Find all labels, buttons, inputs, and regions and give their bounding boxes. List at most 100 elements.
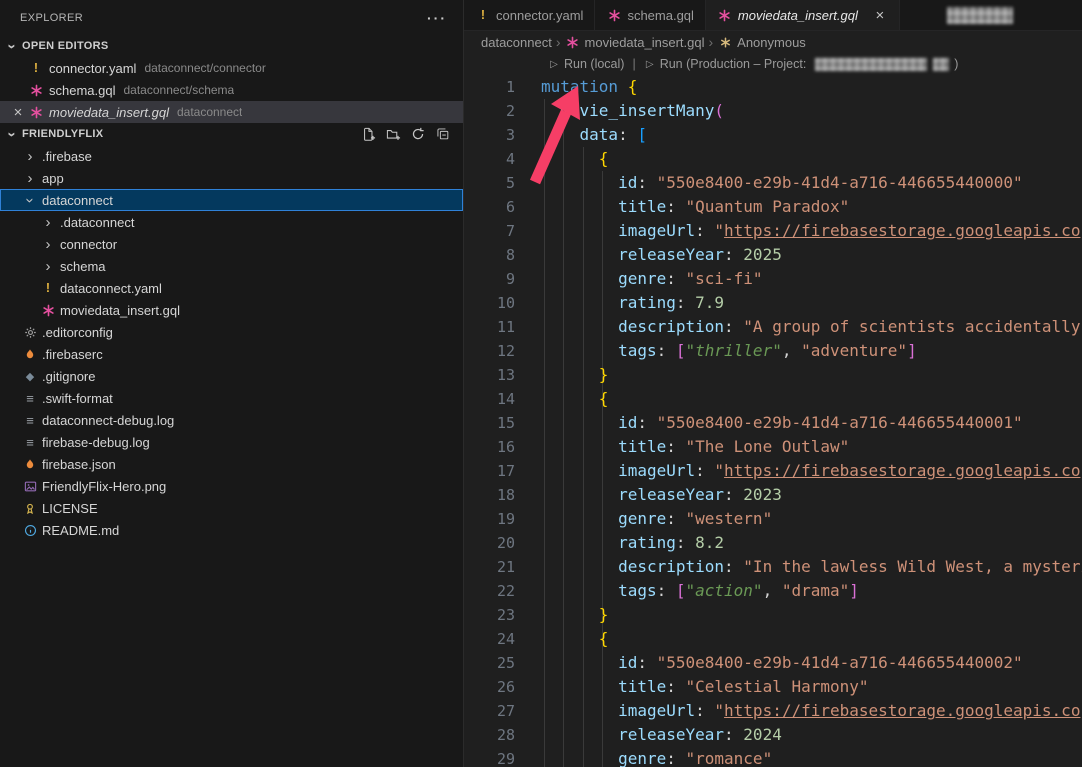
code-line-27[interactable]: 27 imageUrl: "https://firebasestorage.go… (464, 699, 1082, 723)
new-folder-icon[interactable] (385, 126, 401, 142)
code-line-19[interactable]: 19 genre: "western" (464, 507, 1082, 531)
play-icon: ▷ (644, 56, 656, 72)
firebase-icon (22, 346, 38, 362)
code-line-text: description: "A group of scientists acci… (515, 315, 1080, 339)
tree-item-LICENSE[interactable]: LICENSE (0, 497, 463, 519)
open-editors-list: !connector.yamldataconnect/connectorsche… (0, 57, 463, 123)
tree-item-dataconnect[interactable]: › dataconnect (0, 189, 463, 211)
chevron-right-icon[interactable]: › (40, 214, 56, 230)
code-line-3[interactable]: 3 data: [ (464, 123, 1082, 147)
code-line-17[interactable]: 17 imageUrl: "https://firebasestorage.go… (464, 459, 1082, 483)
code-line-16[interactable]: 16 title: "The Lone Outlaw" (464, 435, 1082, 459)
breadcrumb-item-Anonymous[interactable]: Anonymous (717, 34, 806, 50)
chevron-right-icon[interactable]: › (40, 236, 56, 252)
code-line-4[interactable]: 4 { (464, 147, 1082, 171)
code-line-28[interactable]: 28 releaseYear: 2024 (464, 723, 1082, 747)
code-line-29[interactable]: 29 genre: "romance" (464, 747, 1082, 767)
redacted-project-suffix (933, 58, 949, 71)
chevron-right-icon[interactable]: › (22, 170, 38, 186)
tabbar: !connector.yamlschema.gqlmoviedata_inser… (464, 0, 1082, 31)
tree-item-README.md[interactable]: README.md (0, 519, 463, 541)
tree-item-app[interactable]: ›app (0, 167, 463, 189)
more-actions-icon[interactable]: ··· (427, 10, 447, 26)
run-production-button[interactable]: ▷ Run (Production – Project: ) (644, 56, 959, 72)
code-line-24[interactable]: 24 { (464, 627, 1082, 651)
tree-item-.firebaserc[interactable]: .firebaserc (0, 343, 463, 365)
tree-item-label: firebase.json (42, 457, 116, 472)
tree-item-FriendlyFlix-Hero.png[interactable]: FriendlyFlix-Hero.png (0, 475, 463, 497)
refresh-icon[interactable] (410, 126, 426, 142)
code-line-1[interactable]: 1mutation { (464, 75, 1082, 99)
code-line-7[interactable]: 7 imageUrl: "https://firebasestorage.goo… (464, 219, 1082, 243)
code-line-12[interactable]: 12 tags: ["thriller", "adventure"] (464, 339, 1082, 363)
line-number: 22 (464, 579, 515, 603)
tab-moviedata_insert.gql[interactable]: moviedata_insert.gql× (706, 0, 900, 30)
code-line-13[interactable]: 13 } (464, 363, 1082, 387)
tree-item-label: .swift-format (42, 391, 113, 406)
tree-item-.firebase[interactable]: ›.firebase (0, 145, 463, 167)
line-number: 11 (464, 315, 515, 339)
open-editor-name: connector.yaml (49, 61, 136, 76)
line-number: 24 (464, 627, 515, 651)
code-line-text: id: "550e8400-e29b-41d4-a716-44665544000… (515, 171, 1023, 195)
code-line-8[interactable]: 8 releaseYear: 2025 (464, 243, 1082, 267)
code-line-22[interactable]: 22 tags: ["action", "drama"] (464, 579, 1082, 603)
code-line-text: data: [ (515, 123, 647, 147)
open-editor-item-schema.gql[interactable]: schema.gqldataconnect/schema (0, 79, 463, 101)
workspace-header[interactable]: › FRIENDLYFLIX (0, 123, 463, 145)
breadcrumb-separator: › (708, 34, 713, 50)
tree-item-.dataconnect[interactable]: ›.dataconnect (0, 211, 463, 233)
tree-item-connector[interactable]: ›connector (0, 233, 463, 255)
tree-item-label: .firebaserc (42, 347, 103, 362)
tree-item-schema[interactable]: › schema (0, 255, 463, 277)
run-local-button[interactable]: ▷ Run (local) (548, 56, 624, 72)
collapse-all-icon[interactable] (435, 126, 451, 142)
tab-connector.yaml[interactable]: !connector.yaml (464, 0, 595, 30)
code-line-18[interactable]: 18 releaseYear: 2023 (464, 483, 1082, 507)
code-line-21[interactable]: 21 description: "In the lawless Wild Wes… (464, 555, 1082, 579)
codelens-divider: | (632, 57, 635, 71)
tree-item-dataconnect-debug.log[interactable]: ≡dataconnect-debug.log (0, 409, 463, 431)
new-file-icon[interactable] (360, 126, 376, 142)
open-editors-header[interactable]: › OPEN EDITORS (0, 35, 463, 57)
tree-item-.gitignore[interactable]: ◆.gitignore (0, 365, 463, 387)
close-icon[interactable]: × (10, 104, 26, 120)
code-line-14[interactable]: 14 { (464, 387, 1082, 411)
code-line-23[interactable]: 23 } (464, 603, 1082, 627)
open-editor-item-connector.yaml[interactable]: !connector.yamldataconnect/connector (0, 57, 463, 79)
open-editor-item-moviedata_insert.gql[interactable]: ×moviedata_insert.gqldataconnect (0, 101, 463, 123)
code-line-11[interactable]: 11 description: "A group of scientists a… (464, 315, 1082, 339)
chevron-right-icon[interactable]: › (40, 258, 56, 274)
tree-item-label: README.md (42, 523, 119, 538)
line-number: 6 (464, 195, 515, 219)
code-line-2[interactable]: 2 movie_insertMany( (464, 99, 1082, 123)
tree-item-dataconnect.yaml[interactable]: !dataconnect.yaml (0, 277, 463, 299)
code-line-6[interactable]: 6 title: "Quantum Paradox" (464, 195, 1082, 219)
tree-item-.swift-format[interactable]: ≡.swift-format (0, 387, 463, 409)
code-line-20[interactable]: 20 rating: 8.2 (464, 531, 1082, 555)
code-line-10[interactable]: 10 rating: 7.9 (464, 291, 1082, 315)
breadcrumb-item-dataconnect[interactable]: dataconnect (481, 35, 552, 50)
tree-item-firebase.json[interactable]: firebase.json (0, 453, 463, 475)
open-editor-detail: dataconnect (177, 105, 242, 119)
code-line-9[interactable]: 9 genre: "sci-fi" (464, 267, 1082, 291)
code-line-5[interactable]: 5 id: "550e8400-e29b-41d4-a716-446655440… (464, 171, 1082, 195)
breadcrumb-item-moviedata_insert.gql[interactable]: moviedata_insert.gql (565, 34, 705, 50)
line-number: 17 (464, 459, 515, 483)
tab-schema.gql[interactable]: schema.gql (595, 0, 705, 30)
close-icon[interactable]: × (872, 7, 888, 24)
tree-item-firebase-debug.log[interactable]: ≡firebase-debug.log (0, 431, 463, 453)
tree-item-.editorconfig[interactable]: .editorconfig (0, 321, 463, 343)
tree-item-label: dataconnect (42, 193, 113, 208)
warning-icon: ! (475, 7, 491, 23)
tree-item-label: schema (60, 259, 106, 274)
chevron-down-icon[interactable]: › (22, 192, 38, 208)
code-line-text: genre: "sci-fi" (515, 267, 763, 291)
chevron-right-icon[interactable]: › (22, 148, 38, 164)
code-line-15[interactable]: 15 id: "550e8400-e29b-41d4-a716-44665544… (464, 411, 1082, 435)
breadcrumb-label: moviedata_insert.gql (585, 35, 705, 50)
code-line-text: imageUrl: "https://firebasestorage.googl… (515, 459, 1080, 483)
code-line-25[interactable]: 25 id: "550e8400-e29b-41d4-a716-44665544… (464, 651, 1082, 675)
tree-item-moviedata_insert.gql[interactable]: moviedata_insert.gql (0, 299, 463, 321)
code-line-26[interactable]: 26 title: "Celestial Harmony" (464, 675, 1082, 699)
